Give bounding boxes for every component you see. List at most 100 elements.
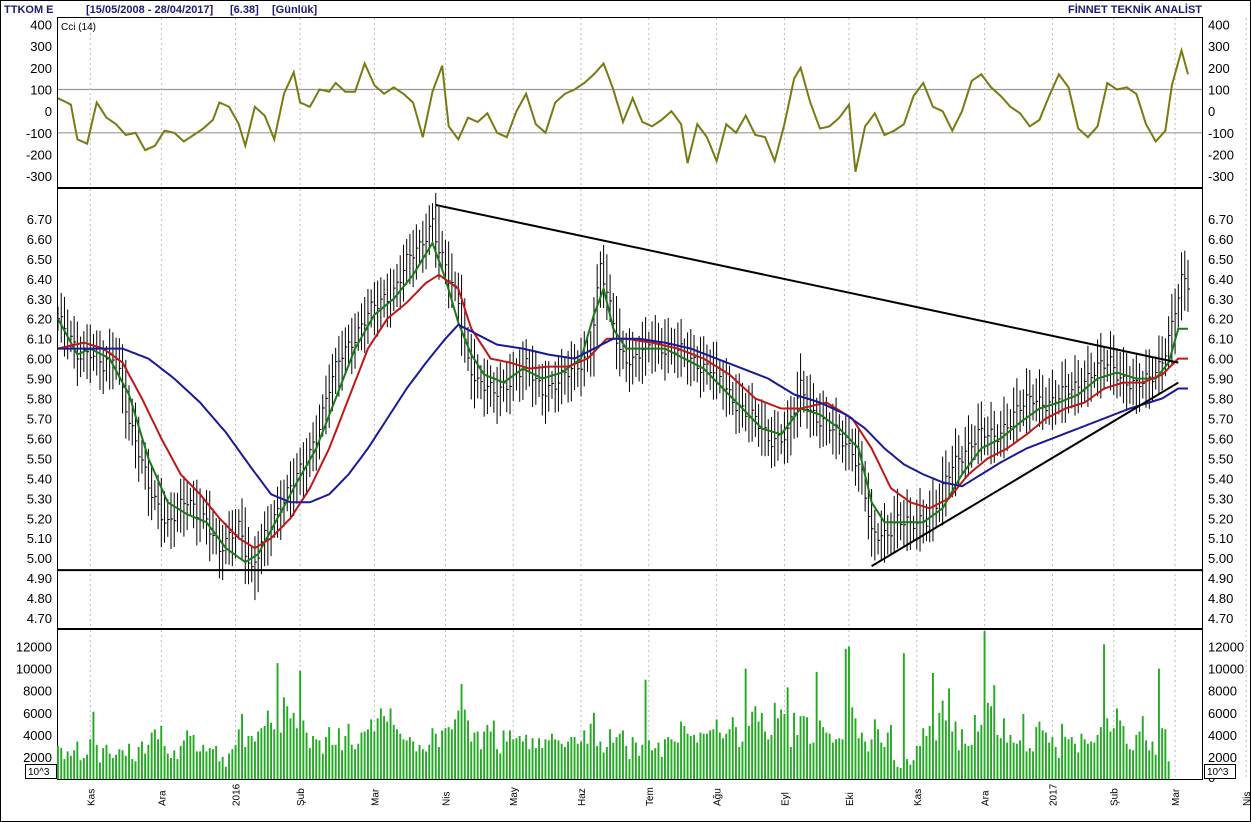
- x-tick-label: Şub: [1110, 788, 1121, 806]
- volume-bar: [586, 743, 589, 779]
- price-tick-left: 4.90: [27, 571, 52, 586]
- cci-tick-right: -200: [1208, 148, 1234, 163]
- volume-bar: [538, 738, 540, 779]
- volume-bar: [1164, 729, 1167, 779]
- volume-bar: [615, 737, 618, 779]
- volume-bar: [292, 712, 295, 779]
- volume-bar: [647, 740, 650, 779]
- volume-bar: [899, 768, 902, 779]
- volume-bar: [667, 737, 670, 779]
- volume-bar: [789, 747, 792, 779]
- volume-bar: [260, 728, 263, 779]
- volume-bar: [689, 736, 692, 779]
- volume-bar: [157, 739, 159, 779]
- price-tick-right: 5.80: [1208, 392, 1233, 407]
- price-tick-right: 5.00: [1208, 551, 1233, 566]
- volume-bar: [880, 742, 883, 779]
- volume-bar: [63, 759, 66, 779]
- volume-bar: [425, 751, 427, 779]
- x-tick-label: Şub: [296, 788, 307, 806]
- volume-bar: [747, 726, 750, 779]
- volume-bar: [234, 744, 237, 779]
- volume-tick-right: 10000: [1208, 662, 1244, 677]
- volume-bar: [815, 671, 818, 779]
- x-tick-label: Tem: [645, 787, 656, 806]
- volume-bar: [896, 766, 899, 779]
- volume-bar: [363, 731, 366, 779]
- volume-bar: [434, 733, 437, 779]
- volume-bar: [831, 742, 834, 779]
- volume-bar: [431, 728, 434, 779]
- volume-bar: [925, 736, 928, 779]
- volume-bar: [392, 724, 395, 779]
- volume-bar: [1099, 727, 1102, 779]
- volume-bar: [470, 741, 473, 779]
- volume-bar: [325, 737, 327, 779]
- volume-bar: [386, 721, 389, 779]
- volume-bar: [857, 738, 860, 779]
- price-tick-left: 6.20: [27, 312, 52, 327]
- volume-bar: [951, 731, 954, 779]
- volume-bar: [609, 729, 611, 779]
- volume-bar: [308, 748, 311, 779]
- volume-bar: [573, 737, 576, 779]
- volume-bar: [634, 742, 637, 779]
- volume-bar: [118, 749, 121, 779]
- price-tick-left: 4.80: [27, 591, 52, 606]
- volume-bar: [1048, 742, 1051, 779]
- volume-bar: [967, 745, 970, 779]
- volume-tick-left: 6000: [23, 706, 52, 721]
- volume-bar: [1067, 739, 1070, 779]
- volume-bar: [557, 740, 560, 779]
- cci-tick-right: 0: [1208, 104, 1215, 119]
- volume-bar: [1125, 743, 1128, 779]
- volume-bar: [680, 721, 682, 779]
- volume-bar: [328, 727, 331, 779]
- volume-bar: [1028, 748, 1031, 779]
- volume-bar: [302, 720, 305, 779]
- volume-bar: [631, 737, 634, 779]
- volume-bar: [467, 720, 469, 779]
- volume-bar: [224, 766, 227, 779]
- volume-bar: [1090, 741, 1093, 779]
- volume-bar: [1128, 749, 1131, 779]
- x-tick-label: Mar: [370, 788, 381, 806]
- volume-bar: [580, 741, 582, 779]
- volume-bar: [82, 758, 85, 779]
- volume-bar: [1096, 734, 1099, 779]
- cci-tick-right: -300: [1208, 169, 1234, 184]
- volume-bar: [731, 717, 734, 779]
- volume-bar: [450, 729, 453, 779]
- volume-bar: [1145, 740, 1147, 779]
- volume-bar: [92, 711, 95, 779]
- header-period: [Günlük]: [272, 4, 318, 16]
- volume-bar: [379, 708, 382, 779]
- volume-bar: [751, 711, 754, 779]
- volume-bar: [1019, 740, 1021, 779]
- volume-bar: [189, 736, 192, 779]
- cci-tick-right: 200: [1208, 61, 1230, 76]
- volume-bar: [890, 724, 892, 779]
- volume-bar: [480, 749, 482, 779]
- volume-bar: [247, 736, 250, 779]
- volume-bar: [428, 744, 431, 779]
- volume-bar: [173, 750, 176, 779]
- volume-bar: [399, 733, 402, 779]
- volume-bar: [108, 753, 111, 779]
- volume-bar: [802, 716, 805, 779]
- volume-bar: [534, 748, 537, 779]
- volume-bar: [521, 741, 524, 779]
- volume-bar: [870, 739, 873, 779]
- volume-bar: [276, 663, 279, 779]
- volume-bar: [163, 745, 166, 779]
- x-tick-label: Haz: [577, 788, 588, 806]
- volume-bar: [341, 750, 343, 779]
- volume-bar: [179, 745, 182, 779]
- volume-bar: [199, 751, 201, 779]
- volume-bar: [873, 719, 876, 779]
- volume-tick-right: 2000: [1208, 750, 1237, 765]
- volume-bar: [512, 739, 515, 779]
- volume-bar: [948, 688, 950, 779]
- volume-bar: [492, 720, 495, 779]
- price-tick-left: 6.40: [27, 272, 52, 287]
